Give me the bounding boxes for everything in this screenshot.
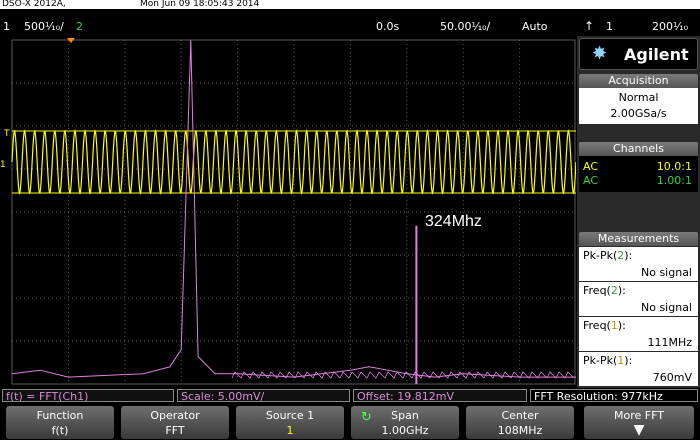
source1-softkey[interactable]: Source 1 1 bbox=[236, 406, 344, 439]
fft-scale-label: Scale: 5.00mV/ bbox=[177, 389, 350, 402]
ch1-coupling: AC bbox=[583, 160, 599, 173]
math-function-label: f(t) = FFT(Ch1) bbox=[2, 389, 174, 402]
model-name: DSO-X 2012A, bbox=[2, 0, 66, 9]
measurement-value: No signal bbox=[641, 301, 692, 314]
frequency-annotation: 324Mhz bbox=[425, 213, 482, 230]
time-scale[interactable]: 50.00⅒/ bbox=[440, 19, 490, 34]
trigger-source[interactable]: 1 bbox=[606, 19, 613, 34]
ch1-ground-marker: 1 bbox=[0, 160, 6, 170]
measurement-item[interactable]: Freq(2): No signal bbox=[579, 282, 698, 316]
graticule-grid bbox=[11, 39, 576, 385]
trigger-edge-icon: ↑ bbox=[584, 19, 595, 33]
ch1-probe: 10.0:1 bbox=[656, 160, 692, 173]
trigger-level[interactable]: 200⅒ bbox=[652, 19, 688, 34]
measurement-item[interactable]: Pk-Pk(1): 760mV bbox=[579, 352, 698, 386]
title-bar: DSO-X 2012A, Mon Jun 09 18:05:43 2014 bbox=[0, 0, 700, 9]
channel-row-2: AC 1.00:1 bbox=[579, 174, 698, 188]
time-delay[interactable]: 0.0s bbox=[376, 19, 399, 34]
fft-resolution-label: FFT Resolution: 977kHz bbox=[530, 389, 698, 402]
down-arrow-icon: ▼ bbox=[633, 422, 645, 438]
measurement-item[interactable]: Pk-Pk(2): No signal bbox=[579, 247, 698, 281]
channels-header: Channels bbox=[579, 142, 698, 156]
more-fft-softkey[interactable]: More FFT ▼ bbox=[584, 406, 694, 439]
ch2-coupling: AC bbox=[583, 174, 599, 187]
span-softkey[interactable]: ↻ Span 1.00GHz bbox=[351, 406, 459, 439]
channel-row-1: AC 10.0:1 bbox=[579, 160, 698, 174]
channels-panel[interactable]: AC 10.0:1 AC 1.00:1 bbox=[579, 156, 698, 192]
acquisition-panel[interactable]: Normal 2.00GSa/s bbox=[579, 88, 698, 124]
rotate-knob-icon: ↻ bbox=[361, 410, 372, 425]
ch2-number[interactable]: 2 bbox=[76, 19, 83, 34]
measurement-value: No signal bbox=[641, 266, 692, 279]
measurement-item[interactable]: Freq(1): 111MHz bbox=[579, 317, 698, 351]
brand-logo: ✸ Agilent bbox=[579, 38, 698, 70]
measurement-value: 760mV bbox=[652, 371, 692, 384]
acquisition-header: Acquisition bbox=[579, 74, 698, 88]
waveform-display[interactable]: T 1 324Mhz bbox=[0, 36, 576, 388]
fft-offset-label: Offset: 19.812mV bbox=[353, 389, 527, 402]
agilent-spark-icon: ✸ bbox=[592, 43, 608, 64]
trigger-level-marker: T bbox=[3, 129, 10, 139]
brand-name: Agilent bbox=[624, 45, 689, 64]
trigger-mode[interactable]: Auto bbox=[522, 19, 548, 34]
measurement-value: 111MHz bbox=[647, 336, 692, 349]
measurements-header: Measurements bbox=[579, 232, 698, 246]
operator-softkey[interactable]: Operator FFT bbox=[121, 406, 229, 439]
datetime: Mon Jun 09 18:05:43 2014 bbox=[140, 0, 260, 9]
function-softkey[interactable]: Function f(t) bbox=[6, 406, 114, 439]
center-softkey[interactable]: Center 108MHz bbox=[466, 406, 574, 439]
info-strip: f(t) = FFT(Ch1) Scale: 5.00mV/ Offset: 1… bbox=[0, 388, 700, 403]
ch1-number[interactable]: 1 bbox=[3, 19, 10, 34]
ch2-probe: 1.00:1 bbox=[656, 174, 692, 187]
acquisition-mode: Normal bbox=[618, 91, 659, 104]
status-bar: 1 500⅒/ 2 0.0s 50.00⅒/ Auto ↑ 1 200⅒ bbox=[0, 19, 700, 34]
sample-rate: 2.00GSa/s bbox=[610, 107, 667, 120]
side-panel: ✸ Agilent Acquisition Normal 2.00GSa/s C… bbox=[577, 36, 700, 388]
softkey-bar: Function f(t) Operator FFT Source 1 1 ↻ … bbox=[0, 404, 700, 440]
ch1-scale[interactable]: 500⅒/ bbox=[24, 19, 64, 34]
